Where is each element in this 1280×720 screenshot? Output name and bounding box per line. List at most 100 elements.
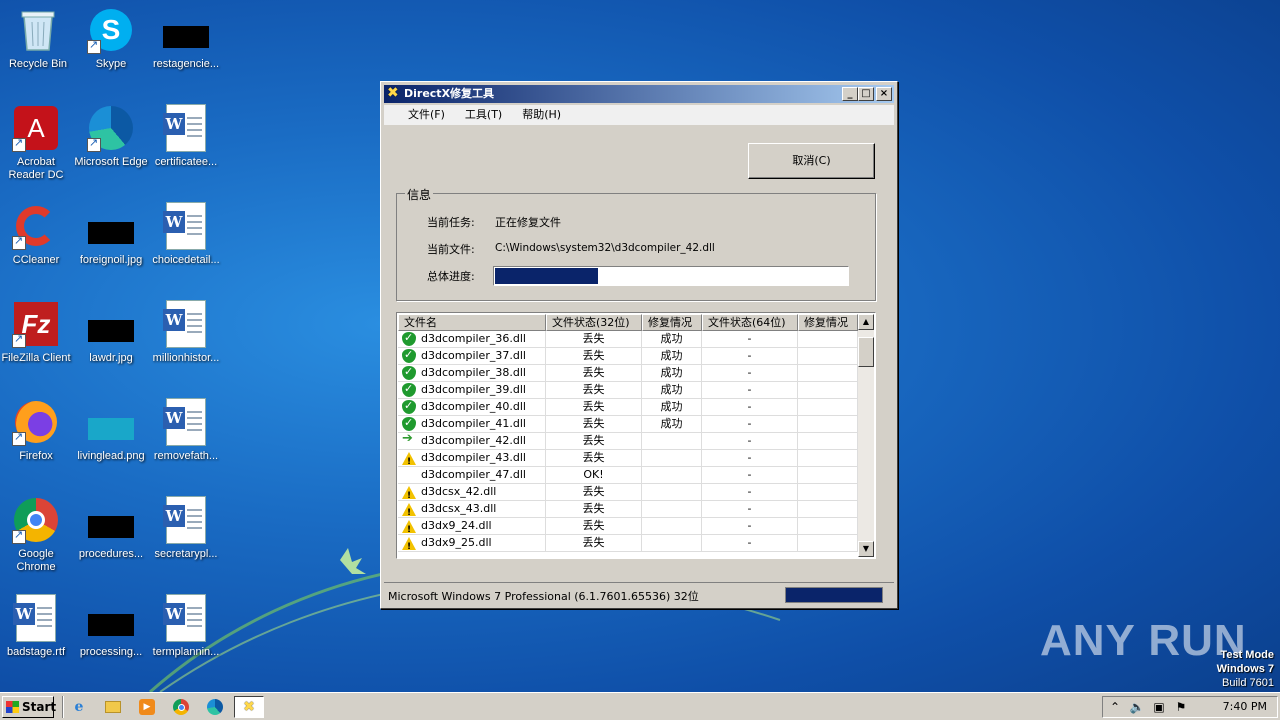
status32-cell: 丢失 (546, 484, 642, 501)
desktop-icon-label: Skype (95, 58, 127, 70)
window-title: DirectX修复工具 (404, 87, 495, 100)
file-list-row[interactable]: d3dcompiler_38.dll 丢失成功- (398, 365, 858, 382)
file-name: d3dcompiler_37.dll (421, 349, 526, 362)
desktop-icon-skype[interactable]: S Skype (73, 0, 149, 92)
file-name-cell: d3dcsx_43.dll (398, 501, 546, 518)
status32-cell: 丢失 (546, 331, 642, 348)
column-header-repair32[interactable]: 修复情况 (642, 314, 702, 331)
chrome-icon[interactable] (170, 697, 192, 717)
desktop-icon-foreignoil[interactable]: foreignoil.jpg (73, 196, 149, 288)
shortcut-arrow-icon (87, 38, 101, 54)
desktop-icon-certificatee[interactable]: W certificatee... (148, 98, 224, 190)
network-icon[interactable]: ▣ (1151, 699, 1167, 715)
column-header-repair64[interactable]: 修复情况 (798, 314, 858, 331)
desktop-icon-chrome[interactable]: Google Chrome (0, 490, 74, 582)
cancel-button[interactable]: 取消(C) (748, 143, 875, 179)
desktop-icon-label: certificatee... (154, 156, 218, 168)
directx-repair-window: ✖ DirectX修复工具 _ □ × 文件(F) 工具(T) 帮助(H) 取消… (380, 81, 898, 609)
status32-cell: 丢失 (546, 501, 642, 518)
desktop-icon-procedures[interactable]: procedures... (73, 490, 149, 582)
desktop-icon-edge[interactable]: Microsoft Edge (73, 98, 149, 190)
vertical-scrollbar[interactable]: ▲ ▼ (858, 314, 874, 557)
watermark-line: Test Mode (1220, 649, 1274, 661)
menu-file[interactable]: 文件(F) (398, 105, 455, 125)
image-thumbnail-icon (162, 6, 210, 54)
desktop-icon-filezilla[interactable]: Fz FileZilla Client (0, 294, 74, 386)
file-list-row[interactable]: d3dcompiler_37.dll 丢失成功- (398, 348, 858, 365)
desktop-icon-ccleaner[interactable]: CCleaner (0, 196, 74, 288)
file-list-row[interactable]: d3dcompiler_43.dll 丢失 - (398, 450, 858, 467)
media-player-icon[interactable]: ▶ (136, 697, 158, 717)
repair32-cell (642, 484, 702, 501)
repair64-cell (798, 450, 858, 467)
status32-cell: 丢失 (546, 382, 642, 399)
minimize-button[interactable]: _ (842, 87, 858, 101)
start-button[interactable]: Start (2, 696, 56, 718)
desktop-icon-secretarypl[interactable]: W secretarypl... (148, 490, 224, 582)
column-header-status32[interactable]: 文件状态(32位) (546, 314, 642, 331)
info-legend: 信息 (405, 186, 434, 203)
scroll-up-button[interactable]: ▲ (858, 314, 874, 330)
file-list[interactable]: 文件名 文件状态(32位) 修复情况 文件状态(64位) 修复情况 d3dcom… (396, 312, 876, 559)
desktop-icon-processing[interactable]: processing... (73, 588, 149, 680)
repair32-cell (642, 501, 702, 518)
ccleaner-icon (12, 202, 60, 250)
file-list-row[interactable]: d3dx9_24.dll 丢失 - (398, 518, 858, 535)
file-name: d3dcompiler_40.dll (421, 400, 526, 413)
file-list-row[interactable]: d3dcompiler_40.dll 丢失成功- (398, 399, 858, 416)
menu-tools[interactable]: 工具(T) (455, 105, 512, 125)
file-explorer-icon[interactable] (102, 697, 124, 717)
maximize-button[interactable]: □ (858, 87, 874, 101)
directx-repair-icon[interactable]: ✖ (234, 696, 264, 718)
status64-cell: - (702, 331, 798, 348)
desktop-icon-lawdr[interactable]: lawdr.jpg (73, 294, 149, 386)
volume-icon[interactable]: 🔈 (1129, 699, 1145, 715)
file-list-row[interactable]: d3dcompiler_41.dll 丢失成功- (398, 416, 858, 433)
desktop-icon-livinglead[interactable]: livinglead.png (73, 392, 149, 484)
desktop-icon-choicedetail[interactable]: W choicedetail... (148, 196, 224, 288)
column-header-status64[interactable]: 文件状态(64位) (702, 314, 798, 331)
edge-icon[interactable] (204, 697, 226, 717)
desktop-icon-label: procedures... (78, 548, 144, 560)
desktop-icon-label: badstage.rtf (6, 646, 66, 658)
image-thumbnail-icon (87, 202, 135, 250)
file-list-row[interactable]: d3dx9_25.dll 丢失 - (398, 535, 858, 552)
warning-icon (402, 536, 416, 551)
close-button[interactable]: × (876, 87, 892, 101)
warning-icon (402, 451, 416, 466)
file-list-row[interactable]: d3dcompiler_36.dll 丢失成功- (398, 331, 858, 348)
chrome-icon (12, 496, 60, 544)
desktop-icon-millionhistor[interactable]: W millionhistor... (148, 294, 224, 386)
menu-help[interactable]: 帮助(H) (512, 105, 571, 125)
internet-explorer-icon[interactable]: e (68, 697, 90, 717)
scroll-thumb[interactable] (858, 337, 874, 367)
taskbar-clock[interactable]: 7:40 PM (1223, 700, 1267, 713)
file-list-row[interactable]: d3dcompiler_39.dll 丢失成功- (398, 382, 858, 399)
desktop-icon-label: FileZilla Client (1, 352, 71, 364)
menu-bar: 文件(F) 工具(T) 帮助(H) (384, 105, 894, 125)
file-list-row[interactable]: d3dcsx_43.dll 丢失 - (398, 501, 858, 518)
directx-app-icon: ✖ (387, 85, 399, 101)
show-hidden-icons-icon[interactable]: ⌃ (1107, 699, 1123, 715)
desktop-icon-recycle-bin[interactable]: Recycle Bin (0, 0, 76, 92)
desktop-icon-restagencie[interactable]: restagencie... (148, 0, 224, 92)
action-center-flag-icon[interactable]: ⚑ (1173, 699, 1189, 715)
repair32-cell: 成功 (642, 416, 702, 433)
file-list-row[interactable]: d3dcompiler_47.dll OK! - (398, 467, 858, 484)
status64-cell: - (702, 501, 798, 518)
column-header-filename[interactable]: 文件名 (398, 314, 546, 331)
desktop-icon-firefox[interactable]: Firefox (0, 392, 74, 484)
status64-cell: - (702, 484, 798, 501)
current-task-label: 当前任务: (427, 216, 475, 229)
scroll-down-button[interactable]: ▼ (858, 541, 874, 557)
desktop-icon-badstage[interactable]: W badstage.rtf (0, 588, 74, 680)
file-list-row[interactable]: d3dcsx_42.dll 丢失 - (398, 484, 858, 501)
title-bar[interactable]: ✖ DirectX修复工具 _ □ × (384, 85, 894, 103)
desktop-icon-acrobat[interactable]: A Acrobat Reader DC (0, 98, 74, 190)
desktop-icon-removefath[interactable]: W removefath... (148, 392, 224, 484)
shortcut-arrow-icon (12, 234, 26, 250)
word-document-icon: W (162, 202, 210, 250)
desktop-icon-label: CCleaner (12, 254, 60, 266)
file-list-row[interactable]: d3dcompiler_42.dll 丢失 - (398, 433, 858, 450)
desktop-icon-termplannin[interactable]: W termplannin... (148, 588, 224, 680)
